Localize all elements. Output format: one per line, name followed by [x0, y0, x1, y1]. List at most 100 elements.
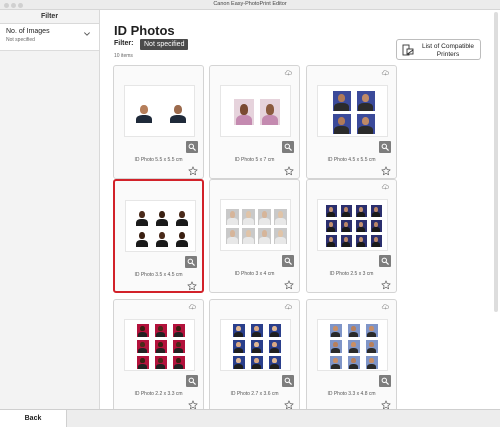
- zoom-button[interactable]: [379, 141, 391, 153]
- card-label: ID Photo 5.5 x 5.5 cm: [134, 157, 183, 163]
- star-icon[interactable]: [187, 281, 197, 291]
- template-card[interactable]: ID Photo 3 x 4 cm: [209, 179, 300, 293]
- id-photo-thumbnail: [136, 323, 149, 337]
- id-photo-thumbnail: [347, 323, 360, 337]
- id-photo-thumbnail: [355, 235, 367, 247]
- id-photo-thumbnail: [226, 208, 239, 225]
- page-title: ID Photos: [114, 23, 175, 38]
- template-card[interactable]: ID Photo 2.2 x 3.3 cm: [113, 299, 204, 409]
- id-photo-thumbnail: [340, 220, 352, 232]
- cloud-download-icon: [381, 304, 389, 310]
- zoom-button[interactable]: [379, 255, 391, 267]
- id-photo-thumbnail: [268, 355, 281, 369]
- zoom-button[interactable]: [185, 256, 197, 268]
- cloud-download-icon: [188, 304, 196, 310]
- card-label: ID Photo 5 x 7 cm: [234, 157, 275, 163]
- id-photo-thumbnail: [325, 220, 337, 232]
- cloud-download-icon: [381, 70, 389, 76]
- id-photo-thumbnail: [329, 323, 342, 337]
- id-photo-thumbnail: [332, 113, 351, 134]
- star-icon[interactable]: [381, 280, 391, 290]
- id-photo-thumbnail: [356, 90, 375, 111]
- template-preview: [124, 319, 195, 371]
- id-photo-thumbnail: [154, 339, 167, 353]
- scrollbar[interactable]: [494, 12, 498, 312]
- id-photo-thumbnail: [268, 323, 281, 337]
- star-icon[interactable]: [284, 280, 294, 290]
- id-photo-thumbnail: [329, 339, 342, 353]
- id-photo-thumbnail: [365, 323, 378, 337]
- id-photo-thumbnail: [325, 235, 337, 247]
- window-title: Canon Easy-PhotoPrint Editor: [213, 1, 287, 7]
- chevron-down-icon[interactable]: [83, 30, 91, 38]
- bottom-bar: Back: [0, 409, 500, 427]
- filter-item-label: No. of Images: [6, 28, 50, 35]
- template-card[interactable]: ID Photo 4.5 x 5.5 cm: [306, 65, 397, 179]
- filter-item-value: Not specified: [6, 37, 35, 43]
- id-photo-thumbnail: [167, 101, 188, 123]
- id-photo-thumbnail: [154, 228, 169, 247]
- id-photo-thumbnail: [355, 220, 367, 232]
- star-icon[interactable]: [284, 166, 294, 176]
- template-card[interactable]: ID Photo 2.7 x 3.6 cm: [209, 299, 300, 409]
- zoom-button[interactable]: [186, 375, 198, 387]
- filter-status-badge: Not specified: [140, 39, 189, 50]
- template-preview: [317, 85, 388, 137]
- id-photo-thumbnail: [258, 227, 271, 244]
- template-preview: [220, 319, 291, 371]
- printer-list-icon: [402, 44, 414, 56]
- id-photo-thumbnail: [347, 355, 360, 369]
- card-label: ID Photo 4.5 x 5.5 cm: [327, 157, 376, 163]
- template-card[interactable]: ID Photo 2.5 x 3 cm: [306, 179, 397, 293]
- template-card[interactable]: ID Photo 3.5 x 4.5 cm: [113, 179, 204, 293]
- star-icon[interactable]: [188, 166, 198, 176]
- filter-no-of-images[interactable]: No. of Images Not specified: [0, 24, 99, 51]
- id-photo-thumbnail: [370, 205, 382, 217]
- magnifier-icon: [381, 143, 389, 151]
- compatible-printers-button[interactable]: List of Compatible Printers: [396, 39, 481, 60]
- id-photo-thumbnail: [136, 355, 149, 369]
- id-photo-thumbnail: [232, 323, 245, 337]
- zoom-button[interactable]: [282, 255, 294, 267]
- id-photo-thumbnail: [258, 208, 271, 225]
- template-card[interactable]: ID Photo 5.5 x 5.5 cm: [113, 65, 204, 179]
- template-card[interactable]: ID Photo 5 x 7 cm: [209, 65, 300, 179]
- star-icon[interactable]: [188, 400, 198, 409]
- id-photo-thumbnail: [233, 99, 254, 125]
- id-photo-thumbnail: [133, 101, 154, 123]
- id-photo-thumbnail: [325, 205, 337, 217]
- template-card[interactable]: ID Photo 3.3 x 4.8 cm: [306, 299, 397, 409]
- id-photo-thumbnail: [250, 323, 263, 337]
- star-icon[interactable]: [381, 400, 391, 409]
- back-button[interactable]: Back: [0, 410, 67, 427]
- template-preview: [124, 85, 195, 137]
- window-titlebar: Canon Easy-PhotoPrint Editor: [0, 0, 500, 10]
- item-count: 10 items: [114, 53, 133, 59]
- magnifier-icon: [381, 377, 389, 385]
- zoom-button[interactable]: [282, 375, 294, 387]
- id-photo-thumbnail: [232, 339, 245, 353]
- id-photo-thumbnail: [274, 227, 287, 244]
- magnifier-icon: [188, 377, 196, 385]
- id-photo-thumbnail: [268, 339, 281, 353]
- card-label: ID Photo 2.5 x 3 cm: [329, 271, 374, 277]
- id-photo-thumbnail: [250, 355, 263, 369]
- star-icon[interactable]: [284, 400, 294, 409]
- star-icon[interactable]: [381, 166, 391, 176]
- template-preview: [220, 85, 291, 137]
- zoom-button[interactable]: [186, 141, 198, 153]
- id-photo-thumbnail: [174, 228, 189, 247]
- zoom-button[interactable]: [282, 141, 294, 153]
- card-label: ID Photo 3.5 x 4.5 cm: [134, 272, 183, 278]
- id-photo-thumbnail: [356, 113, 375, 134]
- id-photo-thumbnail: [154, 207, 169, 226]
- id-photo-thumbnail: [172, 339, 185, 353]
- id-photo-thumbnail: [347, 339, 360, 353]
- id-photo-thumbnail: [154, 323, 167, 337]
- id-photo-thumbnail: [329, 355, 342, 369]
- id-photo-thumbnail: [370, 235, 382, 247]
- magnifier-icon: [284, 377, 292, 385]
- id-photo-thumbnail: [232, 355, 245, 369]
- zoom-button[interactable]: [379, 375, 391, 387]
- filter-sidebar: Filter No. of Images Not specified: [0, 10, 100, 409]
